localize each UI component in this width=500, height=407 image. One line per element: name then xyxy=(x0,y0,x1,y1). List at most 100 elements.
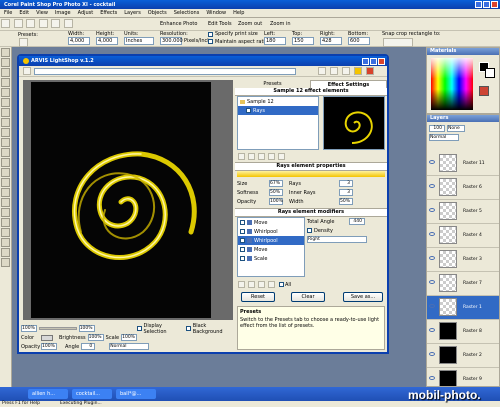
tree-child-checkbox[interactable] xyxy=(246,108,251,113)
visibility-eye-icon[interactable] xyxy=(429,280,435,284)
add-element-icon[interactable] xyxy=(238,153,245,160)
menu-item-view[interactable]: View xyxy=(36,10,48,16)
tab-presets[interactable]: Presets xyxy=(235,80,310,88)
maintain-aspect-checkbox[interactable] xyxy=(208,39,213,44)
modifier-row[interactable]: Move xyxy=(238,218,304,227)
modifier-row[interactable]: Whirlpool xyxy=(238,236,304,245)
undo-icon[interactable] xyxy=(51,19,61,28)
warp-brush-icon[interactable] xyxy=(1,178,10,187)
dialog-cancel-icon[interactable] xyxy=(366,67,374,75)
snap-dropdown[interactable] xyxy=(383,38,413,47)
pan-tool-icon[interactable] xyxy=(1,48,10,57)
visibility-eye-icon[interactable] xyxy=(429,208,435,212)
preset-shape-icon[interactable] xyxy=(1,248,10,257)
menu-item-image[interactable]: Image xyxy=(55,10,71,16)
visibility-eye-icon[interactable] xyxy=(429,160,435,164)
reset-button[interactable]: Reset xyxy=(241,292,275,302)
save-icon[interactable] xyxy=(26,19,36,28)
modifier-checkbox[interactable] xyxy=(240,229,245,234)
redo-icon[interactable] xyxy=(63,19,73,28)
resolution-field[interactable]: 300.000 xyxy=(160,37,183,45)
softness-field[interactable]: 50% xyxy=(269,189,283,196)
modifier-down-icon[interactable] xyxy=(268,281,275,288)
modifier-row[interactable]: Scale xyxy=(238,254,304,263)
left-field[interactable]: 180 xyxy=(264,37,286,45)
makeover-tool-icon[interactable] xyxy=(1,128,10,137)
rays-field[interactable]: 3 xyxy=(339,180,353,187)
scale-field[interactable]: 100% xyxy=(121,334,138,341)
zoom-out-button[interactable]: Zoom out xyxy=(238,21,262,27)
color-swatch[interactable] xyxy=(41,334,53,341)
visibility-eye-icon[interactable] xyxy=(429,352,435,356)
modifier-checkbox[interactable] xyxy=(240,220,245,225)
modifier-up-icon[interactable] xyxy=(258,281,265,288)
straighten-tool-icon[interactable] xyxy=(1,108,10,117)
layer-row[interactable]: Raster 7 xyxy=(427,272,499,296)
print-icon[interactable] xyxy=(38,19,48,28)
zoom-slider[interactable] xyxy=(39,327,77,330)
pen-tool-icon[interactable] xyxy=(1,258,10,267)
enhance-photo-button[interactable]: Enhance Photo xyxy=(160,21,197,27)
lighten-brush-icon[interactable] xyxy=(1,188,10,197)
black-background-checkbox[interactable] xyxy=(185,326,191,331)
crop-tool-icon[interactable] xyxy=(1,98,10,107)
visibility-eye-icon[interactable] xyxy=(429,184,435,188)
airbrush-icon[interactable] xyxy=(1,168,10,177)
layer-none-field[interactable]: None xyxy=(447,124,465,132)
red-eye-tool-icon[interactable] xyxy=(1,118,10,127)
taskbar-item-0[interactable]: allien h... xyxy=(28,389,68,399)
text-tool-icon[interactable] xyxy=(1,228,10,237)
layer-opacity-field[interactable]: 100 xyxy=(429,124,445,132)
eraser-icon[interactable] xyxy=(1,208,10,217)
modifiers-list[interactable]: Move Whirlpool Whirlpool Move Scale xyxy=(237,217,305,277)
menu-item-layers[interactable]: Layers xyxy=(124,10,141,16)
zoom-field[interactable]: 100% xyxy=(21,325,37,332)
layer-row[interactable]: Raster 11 xyxy=(427,152,499,176)
element-tree[interactable]: Sample 12 Rays xyxy=(237,96,319,150)
menu-item-selections[interactable]: Selections xyxy=(174,10,200,16)
layer-row[interactable]: Raster 8 xyxy=(427,320,499,344)
rectangle-tool-icon[interactable] xyxy=(1,238,10,247)
display-selection-checkbox[interactable] xyxy=(136,326,142,331)
menu-item-window[interactable]: Window xyxy=(206,10,226,16)
units-select[interactable]: Inches xyxy=(124,37,154,45)
selection-tool-icon[interactable] xyxy=(1,88,10,97)
layer-row[interactable]: Raster 3 xyxy=(427,248,499,272)
tab-effect-settings[interactable]: Effect Settings xyxy=(310,80,387,88)
close-icon[interactable] xyxy=(491,1,498,8)
zoom-tool-icon[interactable] xyxy=(1,58,10,67)
right-field[interactable]: 428 xyxy=(320,37,342,45)
tree-root[interactable]: Sample 12 xyxy=(247,99,274,105)
modifier-checkbox[interactable] xyxy=(240,256,245,261)
total-angle-field[interactable]: 440 xyxy=(349,218,365,225)
dialog-minimize-icon[interactable] xyxy=(362,57,369,65)
angle-field[interactable]: 0 xyxy=(81,343,96,350)
edit-tools-button[interactable]: Edit Tools xyxy=(208,21,232,27)
brightness-field[interactable]: 100% xyxy=(87,334,104,341)
preview-area[interactable] xyxy=(23,80,233,320)
menu-item-objects[interactable]: Objects xyxy=(148,10,167,16)
menu-item-edit[interactable]: Edit xyxy=(19,10,29,16)
modifier-checkbox[interactable] xyxy=(240,238,245,243)
layer-row[interactable]: Raster 9 xyxy=(427,368,499,386)
pick-tool-icon[interactable] xyxy=(1,68,10,77)
move-up-icon[interactable] xyxy=(268,153,275,160)
visibility-eye-icon[interactable] xyxy=(429,256,435,260)
visibility-eye-icon[interactable] xyxy=(429,304,435,308)
inner-rays-field[interactable]: 3 xyxy=(339,189,353,196)
presets-dropdown[interactable] xyxy=(19,38,28,47)
delete-element-icon[interactable] xyxy=(258,153,265,160)
layer-row[interactable]: Raster 1 xyxy=(427,296,499,320)
zoom-right-field[interactable]: 100% xyxy=(78,325,95,332)
fill-swatch[interactable] xyxy=(479,86,489,96)
modifier-checkbox[interactable] xyxy=(240,247,245,252)
layer-row[interactable]: Raster 2 xyxy=(427,344,499,368)
top-field[interactable]: 150 xyxy=(292,37,314,45)
dialog-info-icon[interactable] xyxy=(342,67,350,75)
background-swatch[interactable] xyxy=(485,68,495,78)
window-controls[interactable] xyxy=(475,1,500,8)
taskbar-item-1[interactable]: cocktail... xyxy=(72,389,112,399)
bottom-field[interactable]: 600 xyxy=(348,37,370,45)
color-gradient-bar[interactable] xyxy=(237,171,385,177)
zoom-in-button[interactable]: Zoom in xyxy=(270,21,291,27)
